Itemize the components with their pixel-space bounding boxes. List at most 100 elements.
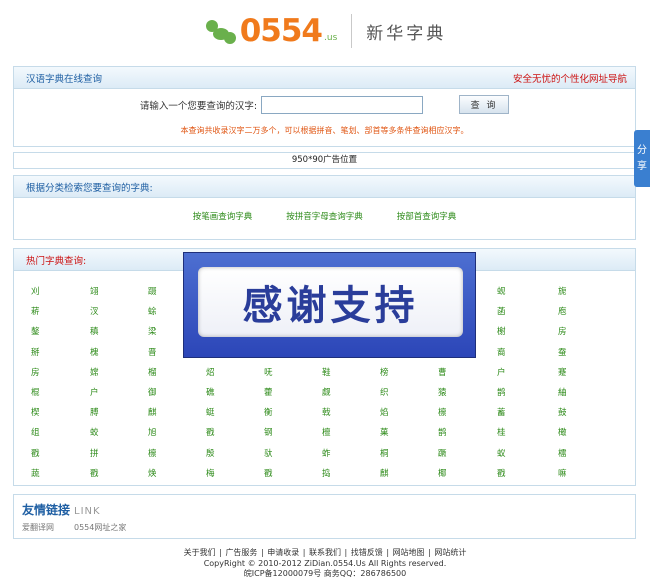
hot-char-link[interactable]: 组 [31, 426, 40, 438]
hot-char-link[interactable]: 桂 [497, 426, 506, 438]
hot-char-link[interactable]: 觑 [322, 386, 331, 398]
hot-char-link[interactable]: 戳 [90, 467, 99, 479]
hot-char-link[interactable]: 桐 [380, 447, 389, 459]
share-tab[interactable]: 分 享 [634, 130, 650, 187]
hot-char-link[interactable]: 菡 [497, 305, 506, 317]
hot-char-link[interactable]: 炤 [206, 366, 215, 378]
hot-char-link[interactable]: 蓄 [497, 406, 506, 418]
nav-link[interactable]: 安全无忧的个性化网址导航 [513, 71, 627, 85]
hot-char-link[interactable]: 紬 [558, 386, 567, 398]
hot-char-link[interactable]: 榴 [148, 366, 157, 378]
hot-char-link[interactable]: 戟 [322, 406, 331, 418]
hot-char-link[interactable]: 御 [148, 386, 157, 398]
hot-char-link[interactable]: 礁 [206, 386, 215, 398]
hot-char-link[interactable]: 蹶 [438, 447, 447, 459]
hot-char-link[interactable]: 蚁 [497, 447, 506, 459]
hot-char-link[interactable]: 旎 [558, 285, 567, 297]
hot-char-link[interactable]: 曹 [438, 366, 447, 378]
friend-links-title-cn: 友情链接 [22, 503, 71, 517]
hot-char-link[interactable]: 猿 [438, 386, 447, 398]
friend-link[interactable]: 0554网址之家 [74, 522, 126, 533]
hot-char-link[interactable]: 鏊 [31, 325, 40, 337]
hot-char-link[interactable]: 鹊 [497, 386, 506, 398]
friend-link[interactable]: 爱翻译网 [22, 522, 54, 533]
hot-char-link[interactable]: 稹 [90, 325, 99, 337]
hot-char-link[interactable]: 房 [558, 325, 567, 337]
footer-link-sitemap[interactable]: 网站地图 [393, 548, 425, 557]
hot-char-link[interactable]: 旭 [148, 426, 157, 438]
hot-char-link[interactable]: 殷 [206, 447, 215, 459]
hot-char-link[interactable]: 驮 [264, 447, 273, 459]
hot-char-link[interactable]: 戳 [497, 467, 506, 479]
hot-char-link[interactable]: 藿 [264, 386, 273, 398]
site-footer: 关于我们 | 广告服务 | 申请收录 | 联系我们 | 找错反馈 | 网站地图 … [0, 548, 650, 580]
hot-char-link[interactable]: 膊 [90, 406, 99, 418]
hot-char-link[interactable]: 拼 [90, 447, 99, 459]
footer-link-stats[interactable]: 网站统计 [434, 548, 466, 557]
footer-link-submit[interactable]: 申请收录 [267, 548, 299, 557]
hot-char-link[interactable]: 呒 [264, 366, 273, 378]
hot-char-link[interactable]: 钢 [264, 426, 273, 438]
hot-char-link[interactable]: 鼓 [558, 406, 567, 418]
hot-char-link[interactable]: 捣 [322, 467, 331, 479]
footer-link-feedback[interactable]: 找错反馈 [351, 548, 383, 557]
hot-char-link[interactable]: 戳 [206, 426, 215, 438]
hot-char-link[interactable]: 蹑 [148, 285, 157, 297]
hot-char-link[interactable]: 户 [90, 386, 99, 398]
hot-char-link[interactable]: 菓 [380, 426, 389, 438]
hot-char-link[interactable]: 椰 [438, 467, 447, 479]
hot-char-link[interactable]: 戳 [264, 467, 273, 479]
footer-link-contact[interactable]: 联系我们 [309, 548, 341, 557]
hot-char-link[interactable]: 榭 [497, 325, 506, 337]
hot-char-link[interactable]: 嫦 [90, 366, 99, 378]
link-by-radical[interactable]: 按部首查询字典 [397, 210, 457, 222]
hot-char-link[interactable]: 庖 [558, 305, 567, 317]
search-button[interactable]: 查 询 [459, 95, 510, 114]
hot-char-link[interactable]: 焰 [380, 406, 389, 418]
hot-char-link[interactable]: 梁 [148, 325, 157, 337]
hot-char-link[interactable]: 掰 [31, 346, 40, 358]
hot-char-link[interactable]: 蚬 [497, 285, 506, 297]
hot-char-link[interactable]: 晋 [148, 346, 157, 358]
site-logo[interactable]: 0554 .us 新华字典 [204, 13, 447, 49]
hot-char-link[interactable]: 鞋 [322, 366, 331, 378]
hot-char-link[interactable]: 嘛 [558, 467, 567, 479]
link-by-strokes[interactable]: 按笔画查询字典 [193, 210, 253, 222]
link-by-pinyin[interactable]: 按拼音字母查询字典 [286, 210, 363, 222]
hot-char-link[interactable]: 翊 [90, 285, 99, 297]
hot-char-link[interactable]: 蛟 [90, 426, 99, 438]
hot-char-link[interactable]: 楔 [31, 406, 40, 418]
hot-char-link[interactable]: 檀 [322, 426, 331, 438]
hot-char-link[interactable]: 房 [31, 366, 40, 378]
hot-char-link[interactable]: 菥 [31, 305, 40, 317]
hot-char-link[interactable]: 蚕 [558, 346, 567, 358]
search-input[interactable] [261, 95, 424, 114]
hot-char-link[interactable]: 梅 [206, 467, 215, 479]
hot-char-link[interactable]: 槐 [90, 346, 99, 358]
hot-char-link[interactable]: 焕 [148, 467, 157, 479]
hot-char-link[interactable]: 檑 [558, 447, 567, 459]
hot-char-link[interactable]: 户 [497, 366, 506, 378]
hot-char-link[interactable]: 橄 [558, 426, 567, 438]
hot-char-link[interactable]: 檩 [148, 447, 157, 459]
hot-char-link[interactable]: 蹇 [558, 366, 567, 378]
hot-char-link[interactable]: 蚱 [322, 447, 331, 459]
hot-char-link[interactable]: 榜 [380, 366, 389, 378]
footer-link-about[interactable]: 关于我们 [184, 548, 216, 557]
hot-char-link[interactable]: 蜓 [206, 406, 215, 418]
footer-link-ads[interactable]: 广告服务 [225, 548, 257, 557]
hot-char-link[interactable]: 衡 [264, 406, 273, 418]
hot-char-link[interactable]: 蜍 [148, 305, 157, 317]
hot-char-link[interactable]: 戳 [31, 447, 40, 459]
hot-char-link[interactable]: 鹊 [438, 426, 447, 438]
hot-char-link[interactable]: 檩 [438, 406, 447, 418]
ad-banner[interactable]: 950*90广告位置 [13, 152, 636, 169]
hot-char-link[interactable]: 汊 [90, 305, 99, 317]
hot-char-link[interactable]: 刈 [31, 285, 40, 297]
hot-char-link[interactable]: 麒 [148, 406, 157, 418]
hot-char-link[interactable]: 棍 [31, 386, 40, 398]
hot-char-link[interactable]: 裔 [497, 346, 506, 358]
hot-char-link[interactable]: 麒 [380, 467, 389, 479]
hot-char-link[interactable]: 织 [380, 386, 389, 398]
hot-char-link[interactable]: 蔬 [31, 467, 40, 479]
